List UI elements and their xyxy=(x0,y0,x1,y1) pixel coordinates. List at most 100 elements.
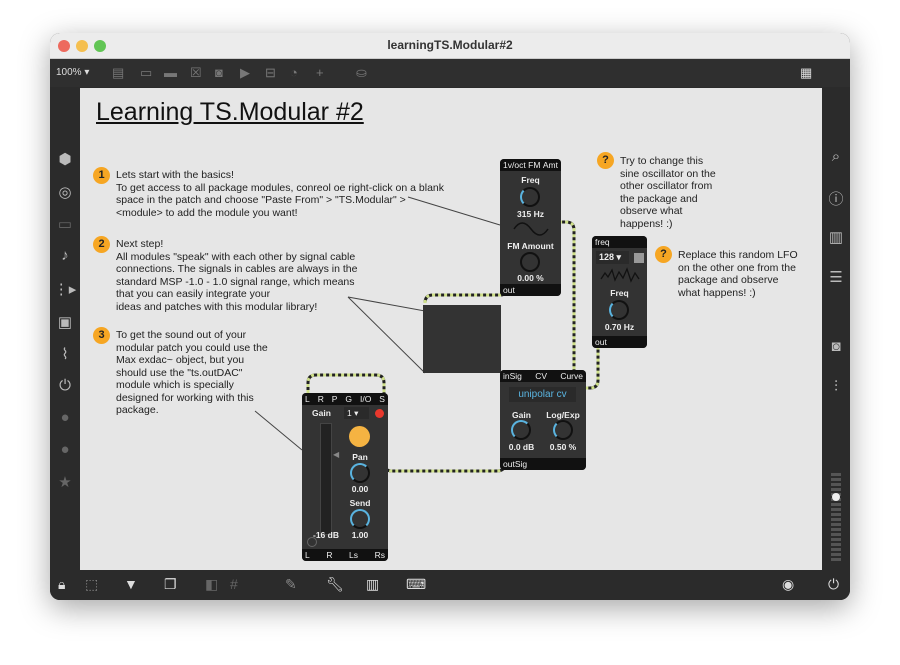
plug-icon[interactable]: ⏻ xyxy=(51,377,79,394)
keyboard-icon[interactable]: ⌨ xyxy=(406,576,426,593)
comment-line: standard MSP -1.0 - 1.0 signal range, wh… xyxy=(116,275,355,288)
comment-line: sine oscillator on the xyxy=(620,167,716,180)
freq-knob[interactable] xyxy=(520,187,540,207)
inlet-label[interactable]: P xyxy=(332,393,338,405)
inlet-label[interactable]: I/O xyxy=(360,393,371,405)
inlet-label[interactable]: L xyxy=(305,393,310,405)
mute-button[interactable] xyxy=(349,426,370,447)
debug-icon[interactable]: ◧ xyxy=(205,576,218,593)
audio-play-icon[interactable]: ◉ xyxy=(782,576,794,593)
inlet-label[interactable]: inSig xyxy=(503,370,522,382)
sine-oscillator-module[interactable]: 1v/oct FM Amt Freq 315 Hz FM Amount 0.00 %… xyxy=(500,159,561,296)
comment-line: designed for working with this xyxy=(116,391,254,404)
grid-icon[interactable]: ▦ xyxy=(800,65,812,81)
autoconnect-icon[interactable]: ✎ xyxy=(285,576,297,593)
zoom-dropdown[interactable]: 100% ▾ xyxy=(56,67,89,78)
random-lfo-module[interactable]: freq 128 ▾ Freq 0.70 Hz out xyxy=(592,236,647,348)
freq-value: 315 Hz xyxy=(517,209,544,219)
inlet-label[interactable]: Amt xyxy=(543,159,558,171)
record-button[interactable] xyxy=(375,409,384,418)
presentation-icon[interactable]: ⬚ xyxy=(85,576,98,593)
module-outlet[interactable]: out xyxy=(592,336,647,348)
module-inlets: L R P G I/O S xyxy=(302,393,388,405)
grid-snap-icon[interactable]: # xyxy=(230,576,238,592)
sequence-icon[interactable]: ⋮▸ xyxy=(51,280,79,298)
object-icon[interactable]: ▤ xyxy=(112,65,124,81)
comment-line: what happens! :) xyxy=(678,286,756,299)
patcher-canvas[interactable]: Learning TS.Modular #2 1 Lets start with… xyxy=(80,88,822,570)
music-icon[interactable]: ♪ xyxy=(51,247,79,264)
presentation-mode-icon[interactable]: ▼ xyxy=(124,576,138,592)
piano-icon[interactable]: ▥ xyxy=(366,576,379,593)
outlet-label[interactable]: L xyxy=(305,549,310,561)
outlet-label: out xyxy=(503,285,515,295)
mode-selector[interactable]: unipolar cv xyxy=(509,387,576,402)
gain-meter-slider[interactable] xyxy=(320,423,332,535)
slider-icon[interactable]: ⊟ xyxy=(265,65,276,81)
fm-amount-knob[interactable] xyxy=(520,252,540,272)
inlet-label[interactable]: CV xyxy=(535,370,547,382)
inlet-label[interactable]: 1v/oct xyxy=(503,159,526,171)
beap-icon[interactable]: ● xyxy=(51,441,79,458)
inlet-label[interactable]: G xyxy=(345,393,352,405)
film-icon[interactable]: ▭ xyxy=(51,215,79,233)
plus-icon[interactable]: + xyxy=(316,65,324,80)
inlet-label[interactable]: R xyxy=(318,393,324,405)
windows-icon[interactable]: ❐ xyxy=(164,576,177,593)
module-inlets: inSig CV Curve xyxy=(500,370,586,382)
paperclip-icon[interactable]: ⌇ xyxy=(51,345,79,363)
inlet-label[interactable]: freq xyxy=(595,236,610,248)
info-icon[interactable]: ⓘ xyxy=(822,188,850,209)
paint-bucket-icon[interactable]: ⛀ xyxy=(356,65,367,81)
comment-icon[interactable]: ▬ xyxy=(164,65,177,80)
message-icon[interactable]: ▭ xyxy=(140,65,152,81)
toggle-icon[interactable]: ☒ xyxy=(190,65,202,81)
lock-icon[interactable]: 🔒︎ xyxy=(58,576,65,593)
comment-line: To get the sound out of your xyxy=(116,329,247,341)
number-icon[interactable]: ▶ xyxy=(240,65,250,81)
inlet-label[interactable]: Curve xyxy=(560,370,583,382)
comment-line: on the other one from the xyxy=(678,261,796,274)
scope-display[interactable] xyxy=(423,305,501,373)
patch-title: Learning TS.Modular #2 xyxy=(96,98,364,126)
channel-value: 1 xyxy=(347,408,352,418)
gain-knob[interactable] xyxy=(511,420,531,440)
volume-slider[interactable] xyxy=(831,473,841,563)
list-icon[interactable]: ☰ xyxy=(822,268,850,286)
inlet-label[interactable]: FM xyxy=(528,159,540,171)
outlet-label[interactable]: Ls xyxy=(349,549,358,561)
rate-dropdown[interactable]: 128 ▾ xyxy=(596,251,629,264)
outlet-label[interactable]: R xyxy=(326,549,332,561)
target-icon[interactable]: ◎ xyxy=(51,183,79,201)
channel-dropdown[interactable]: 1 ▾ xyxy=(344,407,369,419)
camera-icon[interactable]: ◙ xyxy=(822,338,850,355)
image-icon[interactable]: ▣ xyxy=(51,313,79,331)
freq-knob[interactable] xyxy=(609,300,629,320)
outlet-label[interactable]: Rs xyxy=(375,549,385,561)
toggle-box[interactable] xyxy=(634,253,644,263)
vst-icon[interactable]: ● xyxy=(51,409,79,426)
star-icon[interactable]: ★ xyxy=(51,473,79,491)
book-icon[interactable]: ▥ xyxy=(822,228,850,246)
module-outlet[interactable]: out xyxy=(500,284,561,296)
curve-label: Log/Exp xyxy=(546,410,580,420)
pan-knob[interactable] xyxy=(350,463,370,483)
dsp-power-icon[interactable]: ⏻ xyxy=(828,576,839,593)
comment-line: should use the "ts.outDAC" xyxy=(116,366,243,379)
curve-knob[interactable] xyxy=(553,420,573,440)
inlet-label[interactable]: S xyxy=(379,393,385,405)
hint-badge: ? xyxy=(597,152,614,169)
dial-icon[interactable]: ◔ xyxy=(290,65,298,80)
package-icon[interactable]: ⬢ xyxy=(51,150,79,168)
comment-line: Next step! xyxy=(116,238,164,250)
power-indicator[interactable] xyxy=(307,537,317,547)
vca-module[interactable]: inSig CV Curve unipolar cv Gain 0.0 dB Log… xyxy=(500,370,586,470)
ts-outdac-module[interactable]: L R P G I/O S Gain 1 ▾ ◀ Pan 0.00 Send 1.00 -… xyxy=(302,393,388,561)
button-icon[interactable]: ◙ xyxy=(215,65,223,80)
send-knob[interactable] xyxy=(350,509,370,529)
search-icon[interactable]: ⌕ xyxy=(822,148,850,165)
mixer-icon[interactable]: ⫶ xyxy=(822,378,850,395)
module-outlet[interactable]: outSig xyxy=(500,458,586,470)
gain-value: 0.0 dB xyxy=(508,442,535,452)
wrench-icon[interactable]: 🔧︎ xyxy=(326,576,344,593)
